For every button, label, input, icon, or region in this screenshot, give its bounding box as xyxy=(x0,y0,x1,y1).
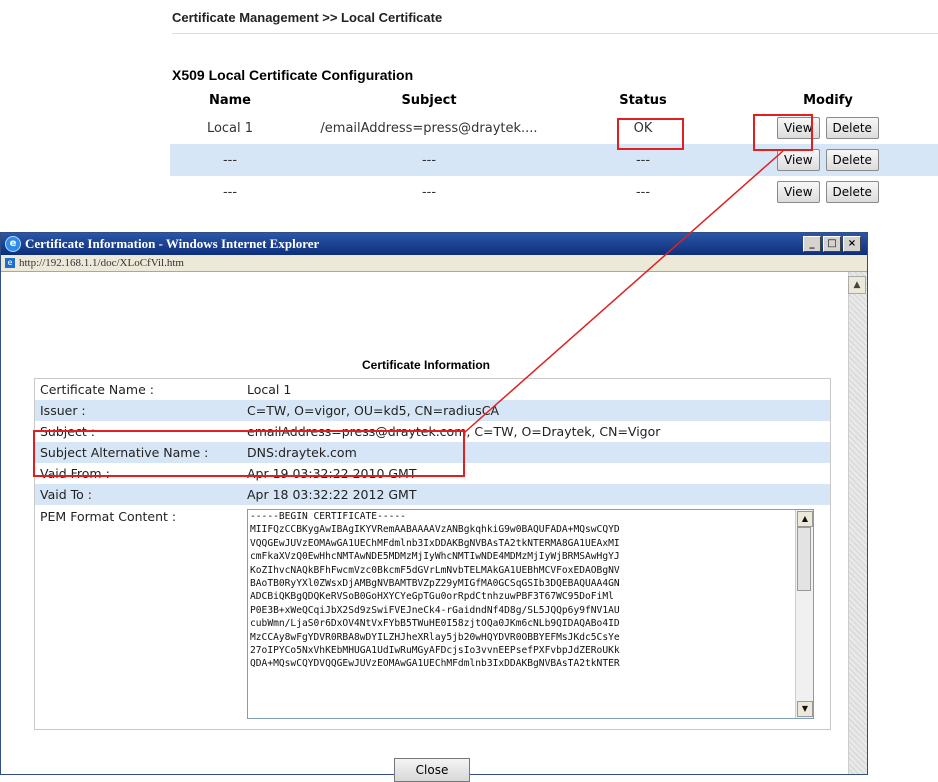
connector-line xyxy=(464,150,784,433)
annotation-connector xyxy=(464,150,784,433)
